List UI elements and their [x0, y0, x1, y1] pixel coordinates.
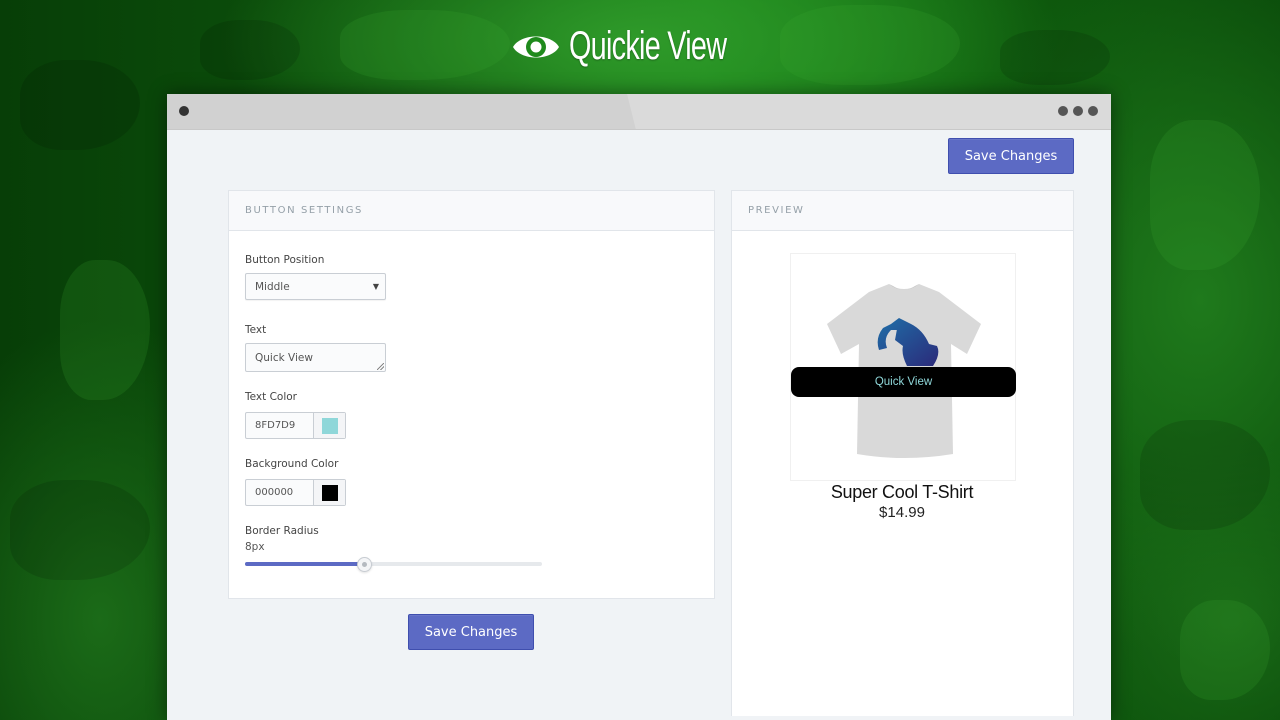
- product-title: Super Cool T-Shirt: [830, 482, 974, 502]
- border-radius-label: Border Radius: [245, 525, 319, 537]
- button-text-input[interactable]: Quick View: [245, 343, 386, 372]
- text-color-swatch[interactable]: [321, 417, 338, 434]
- dropdown-caret-icon: ▼: [372, 282, 379, 291]
- background-color-hex[interactable]: 000000: [246, 480, 314, 505]
- browser-chrome: [167, 94, 1111, 130]
- preview-header: PREVIEW: [732, 191, 1073, 231]
- slider-fill: [245, 562, 364, 566]
- app-logo: Quickie View: [0, 24, 1280, 69]
- text-color-hex[interactable]: 8FD7D9: [246, 413, 314, 438]
- button-position-value: Middle: [255, 280, 290, 293]
- eye-icon: [513, 36, 559, 57]
- background-color-input[interactable]: 000000: [245, 479, 346, 506]
- product-price: $14.99: [879, 504, 925, 521]
- button-position-select[interactable]: Middle ▼: [245, 273, 386, 300]
- button-position-label: Button Position: [245, 254, 325, 266]
- text-color-input[interactable]: 8FD7D9: [245, 412, 346, 439]
- save-changes-button-top[interactable]: Save Changes: [948, 138, 1074, 174]
- more-dots-icon[interactable]: [1058, 106, 1098, 116]
- text-label: Text: [245, 324, 267, 336]
- browser-window: Save Changes BUTTON SETTINGS Button Posi…: [167, 94, 1111, 720]
- product-image-frame: Quick View: [790, 253, 1016, 481]
- text-color-label: Text Color: [245, 391, 297, 403]
- background-color-swatch[interactable]: [321, 484, 338, 501]
- background-color-label: Background Color: [245, 458, 339, 470]
- save-changes-button-bottom[interactable]: Save Changes: [408, 614, 534, 650]
- button-text-value: Quick View: [255, 351, 313, 364]
- border-radius-value: 8px: [245, 541, 265, 553]
- window-dot-icon: [179, 106, 189, 116]
- slider-handle[interactable]: [356, 557, 372, 572]
- button-settings-card: BUTTON SETTINGS Button Position Middle ▼…: [228, 190, 715, 599]
- border-radius-slider[interactable]: [245, 557, 542, 572]
- quick-view-button-preview[interactable]: Quick View: [791, 367, 1016, 397]
- preview-card: PREVIEW Quick View Super Cool T-Shirt $1…: [731, 190, 1074, 716]
- app-title: Quickie View: [569, 24, 727, 68]
- button-settings-header: BUTTON SETTINGS: [229, 191, 714, 231]
- resize-grip-icon[interactable]: [377, 363, 384, 370]
